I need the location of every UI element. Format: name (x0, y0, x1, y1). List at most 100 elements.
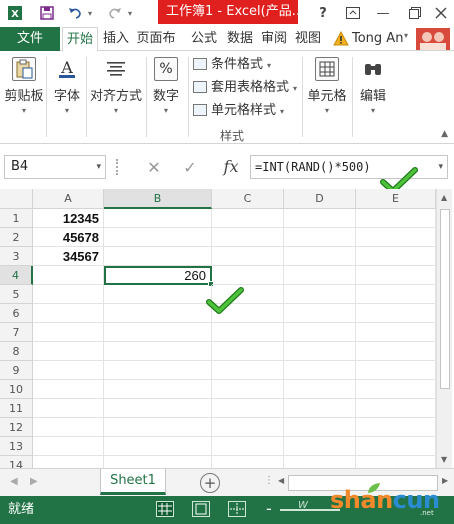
format-as-table-button[interactable]: 套用表格格式 ▾ (193, 78, 297, 98)
name-box[interactable]: B4 ▾ (4, 155, 106, 179)
cell-d11[interactable] (284, 399, 356, 418)
undo-dropdown-icon[interactable]: ▾ (84, 2, 96, 24)
cell-b9[interactable] (104, 361, 212, 380)
cell-c7[interactable] (212, 323, 284, 342)
save-icon[interactable] (36, 2, 58, 24)
tab-data[interactable]: 数据 (224, 27, 256, 51)
cell-b10[interactable] (104, 380, 212, 399)
cell-e8[interactable] (356, 342, 436, 361)
cell-a8[interactable] (33, 342, 104, 361)
row-header-10[interactable]: 10 (0, 380, 33, 399)
enter-button[interactable]: ✓ (176, 155, 204, 179)
cell-d1[interactable] (284, 209, 356, 228)
cell-a13[interactable] (33, 437, 104, 456)
cell-e4[interactable] (356, 266, 436, 285)
tab-insert[interactable]: 插入 (100, 27, 132, 51)
cell-styles-button[interactable]: 单元格样式 ▾ (193, 101, 284, 121)
user-name[interactable]: Tong An (352, 27, 403, 51)
page-layout-view-icon[interactable] (192, 501, 210, 517)
zoom-out-button[interactable]: - (266, 498, 272, 520)
cell-b12[interactable] (104, 418, 212, 437)
editing-button[interactable]: 编辑 ▾ (356, 57, 390, 115)
collapse-ribbon-icon[interactable]: ▲ (441, 129, 448, 139)
cell-e11[interactable] (356, 399, 436, 418)
cell-c1[interactable] (212, 209, 284, 228)
user-dropdown-icon[interactable]: ▾ (404, 31, 408, 40)
row-header-6[interactable]: 6 (0, 304, 33, 323)
column-header-b[interactable]: B (104, 189, 212, 209)
normal-view-icon[interactable] (156, 501, 174, 517)
cell-a5[interactable] (33, 285, 104, 304)
cell-c11[interactable] (212, 399, 284, 418)
column-header-d[interactable]: D (284, 189, 356, 209)
cell-d2[interactable] (284, 228, 356, 247)
active-cell[interactable]: 260 (104, 266, 212, 285)
row-header-1[interactable]: 1 (0, 209, 33, 228)
cell-b8[interactable] (104, 342, 212, 361)
tab-page-layout[interactable]: 页面布 (134, 27, 178, 51)
column-header-c[interactable]: C (212, 189, 284, 209)
warning-icon[interactable] (333, 30, 349, 49)
cell-e12[interactable] (356, 418, 436, 437)
cell-d8[interactable] (284, 342, 356, 361)
restore-button[interactable] (404, 2, 426, 24)
cell-b11[interactable] (104, 399, 212, 418)
ribbon-display-options-button[interactable] (342, 2, 364, 24)
tab-split-icon[interactable]: ⋮ (264, 475, 274, 486)
tab-file[interactable]: 文件 (0, 27, 60, 51)
cell-e13[interactable] (356, 437, 436, 456)
scroll-right-icon[interactable]: ▶ (442, 476, 448, 485)
tab-formulas[interactable]: 公式 (188, 27, 220, 51)
page-break-view-icon[interactable] (228, 501, 246, 517)
cell-e1[interactable] (356, 209, 436, 228)
close-button[interactable] (430, 2, 452, 24)
cell-b3[interactable] (104, 247, 212, 266)
add-sheet-button[interactable]: + (200, 473, 220, 493)
scroll-left-icon[interactable]: ◀ (278, 476, 284, 485)
cell-c9[interactable] (212, 361, 284, 380)
clipboard-button[interactable]: 剪贴板 ▾ (4, 57, 44, 115)
cell-c3[interactable] (212, 247, 284, 266)
row-header-9[interactable]: 9 (0, 361, 33, 380)
cell-c2[interactable] (212, 228, 284, 247)
scroll-down-icon[interactable]: ▼ (441, 455, 447, 464)
cell-a12[interactable] (33, 418, 104, 437)
cell-d4[interactable] (284, 266, 356, 285)
select-all-corner[interactable] (0, 189, 33, 209)
minimize-button[interactable]: — (372, 2, 394, 24)
cell-d9[interactable] (284, 361, 356, 380)
undo-icon[interactable] (64, 2, 86, 24)
conditional-format-button[interactable]: 条件格式 ▾ (193, 55, 271, 75)
cell-c12[interactable] (212, 418, 284, 437)
cell-e3[interactable] (356, 247, 436, 266)
cell-d14[interactable] (284, 456, 356, 468)
cell-d12[interactable] (284, 418, 356, 437)
cell-e2[interactable] (356, 228, 436, 247)
alignment-button[interactable]: 对齐方式 ▾ (88, 57, 144, 115)
cell-a14[interactable] (33, 456, 104, 468)
scroll-up-icon[interactable]: ▲ (441, 193, 447, 202)
cell-d7[interactable] (284, 323, 356, 342)
qat-customize-icon[interactable]: ▾ (124, 2, 136, 24)
cell-e5[interactable] (356, 285, 436, 304)
column-header-e[interactable]: E (356, 189, 436, 209)
vertical-scrollbar[interactable]: ▲ ▼ (436, 189, 452, 468)
row-header-5[interactable]: 5 (0, 285, 33, 304)
tab-home[interactable]: 开始 (62, 27, 98, 52)
cell-a6[interactable] (33, 304, 104, 323)
cell-d3[interactable] (284, 247, 356, 266)
avatar[interactable] (416, 28, 450, 50)
number-button[interactable]: % 数字 ▾ (148, 57, 184, 115)
cell-a7[interactable] (33, 323, 104, 342)
resize-handle[interactable] (116, 159, 120, 175)
prev-sheet-icon[interactable]: ◀ (10, 476, 18, 487)
excel-app-icon[interactable]: X (4, 2, 26, 24)
cell-a1[interactable]: 12345 (33, 209, 104, 228)
cell-e14[interactable] (356, 456, 436, 468)
row-header-11[interactable]: 11 (0, 399, 33, 418)
row-header-8[interactable]: 8 (0, 342, 33, 361)
formula-input[interactable]: =INT(RAND()*500) ▾ (250, 155, 448, 179)
cells-button[interactable]: 单元格 ▾ (306, 57, 348, 115)
cell-b1[interactable] (104, 209, 212, 228)
cell-c8[interactable] (212, 342, 284, 361)
